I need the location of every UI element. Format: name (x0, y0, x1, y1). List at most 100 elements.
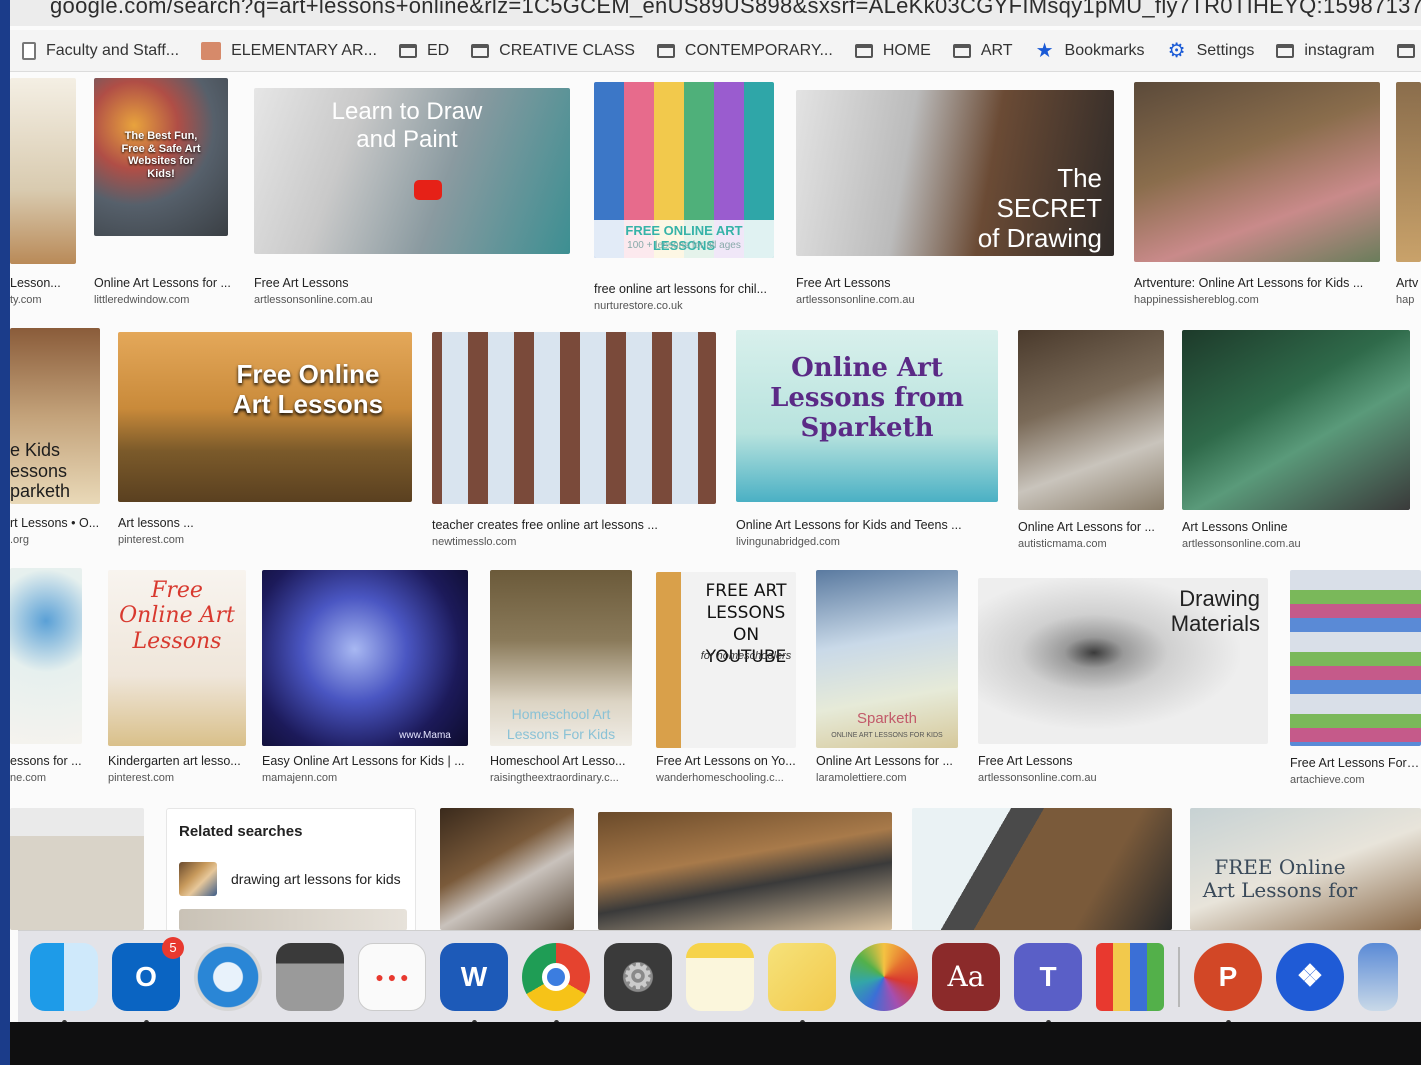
result-card[interactable]: Artv hap (1396, 82, 1421, 312)
bookmark-settings[interactable]: ⚙ Settings (1155, 30, 1265, 71)
result-title[interactable]: Free Art Lessons on Yo... (656, 754, 796, 768)
result-title[interactable]: Artv (1396, 276, 1421, 290)
bookmark-ed[interactable]: ED (387, 30, 459, 71)
result-card[interactable]: The SECRET of Drawing Free Art Lessons a… (796, 90, 1116, 312)
related-search-item[interactable] (179, 909, 407, 930)
result-card[interactable]: Drawing Materials Free Art Lessons artle… (978, 578, 1272, 788)
result-title[interactable]: teacher creates free online art lessons … (432, 518, 716, 532)
result-card[interactable]: Online Art Lessons for ... autisticmama.… (1018, 330, 1166, 550)
result-card[interactable]: essons for ... ne.com (10, 568, 86, 788)
result-card[interactable]: e Kids essons parketh rt Lessons • O... … (10, 328, 106, 548)
result-title[interactable]: Artventure: Online Art Lessons for Kids … (1134, 276, 1380, 290)
result-thumbnail[interactable]: Homeschool Art Lessons For Kids (490, 570, 632, 746)
bookmark-hi[interactable]: Hi (1385, 30, 1421, 71)
result-card[interactable]: Online Art Lessons from Sparketh Online … (736, 330, 1000, 548)
result-title[interactable]: Homeschool Art Lesso... (490, 754, 632, 768)
result-thumbnail[interactable] (1134, 82, 1380, 262)
result-card[interactable]: The Best Fun, Free & Safe Art Websites f… (94, 78, 234, 308)
stickies-icon[interactable] (768, 942, 836, 1025)
result-thumbnail[interactable]: FREE Online Art Lessons for (1190, 808, 1421, 930)
bookmark-instagram[interactable]: instagram (1264, 30, 1384, 71)
result-thumbnail[interactable]: FREE ART LESSONS ON YOUTUBE for homescho… (656, 572, 796, 748)
result-title[interactable]: Online Art Lessons for Kids and Teens ..… (736, 518, 998, 532)
result-thumbnail[interactable]: The SECRET of Drawing (796, 90, 1114, 256)
result-thumbnail[interactable]: Drawing Materials (978, 578, 1268, 744)
result-thumbnail[interactable] (440, 808, 574, 930)
result-thumbnail[interactable]: Sparketh ONLINE ART LESSONS FOR KIDS (816, 570, 958, 748)
charts-icon[interactable] (1096, 942, 1164, 1011)
result-card[interactable]: Sparketh ONLINE ART LESSONS FOR KIDS Onl… (816, 570, 962, 788)
chrome-icon[interactable] (522, 942, 590, 1025)
result-title[interactable]: free online art lessons for chil... (594, 282, 774, 296)
result-title[interactable]: Art lessons ... (118, 516, 412, 530)
calculator-icon[interactable] (276, 942, 344, 1011)
result-title[interactable]: Lesson... (10, 276, 76, 290)
dictionary-icon[interactable]: Aa (932, 942, 1000, 1011)
notes-icon[interactable] (686, 942, 754, 1011)
bookmark-creative-class[interactable]: CREATIVE CLASS (459, 30, 645, 71)
result-title[interactable]: Easy Online Art Lessons for Kids | ... (262, 754, 468, 768)
result-card[interactable]: Free Online Art Lessons Art lessons ... … (118, 332, 414, 548)
result-thumbnail[interactable]: Free Online Art Lessons (108, 570, 246, 746)
bookmark-art[interactable]: ART (941, 30, 1023, 71)
photo-stack-icon[interactable] (1358, 942, 1398, 1011)
result-card[interactable]: Learn to Draw and Paint Free Art Lessons… (254, 88, 574, 310)
result-card[interactable]: Free Art Lessons For Ki... artachieve.co… (1290, 570, 1421, 788)
result-thumbnail[interactable]: e Kids essons parketh (10, 328, 100, 504)
result-thumbnail[interactable]: www.Mama (262, 570, 468, 746)
result-title[interactable]: Free Art Lessons (254, 276, 570, 290)
address-bar[interactable]: google.com/search?q=art+lessons+online&r… (10, 0, 1421, 26)
result-thumbnail[interactable]: Free Online Art Lessons (118, 332, 412, 502)
bookmark-bookmarks[interactable]: ★ Bookmarks (1023, 30, 1155, 71)
result-title[interactable]: essons for ... (10, 754, 82, 768)
result-thumbnail[interactable] (432, 332, 716, 504)
bookmark-elementary-art[interactable]: ELEMENTARY AR... (189, 30, 387, 71)
powerpoint-icon[interactable]: P (1194, 942, 1262, 1025)
result-thumbnail[interactable] (598, 812, 892, 930)
result-thumbnail[interactable]: Online Art Lessons from Sparketh (736, 330, 998, 502)
word-icon[interactable]: W (440, 942, 508, 1025)
result-card[interactable]: Art Lessons Online artlessonsonline.com.… (1182, 330, 1412, 550)
result-thumbnail[interactable] (1018, 330, 1164, 510)
result-thumbnail[interactable] (1396, 82, 1421, 262)
url-text[interactable]: google.com/search?q=art+lessons+online&r… (50, 0, 1421, 19)
result-title[interactable]: Kindergarten art lesso... (108, 754, 246, 768)
system-preferences-icon[interactable]: ⚙ (604, 942, 672, 1011)
result-card[interactable]: FREE ART LESSONS ON YOUTUBE for homescho… (656, 572, 800, 788)
reminders-icon[interactable]: ● ● ● (358, 942, 426, 1011)
bookmark-faculty-and-staff[interactable]: Faculty and Staff... (10, 30, 189, 71)
bookmark-contemporary[interactable]: CONTEMPORARY... (645, 30, 843, 71)
result-card[interactable] (10, 808, 146, 930)
result-title[interactable]: Online Art Lessons for ... (1018, 520, 1164, 534)
related-search-item[interactable]: drawing art lessons for kids (179, 859, 407, 899)
result-title[interactable]: Online Art Lessons for ... (816, 754, 958, 768)
result-thumbnail[interactable]: The Best Fun, Free & Safe Art Websites f… (94, 78, 228, 236)
result-thumbnail[interactable] (10, 568, 82, 744)
result-card[interactable]: Homeschool Art Lessons For Kids Homescho… (490, 570, 636, 788)
outlook-icon[interactable]: O5 (112, 936, 184, 1025)
result-title[interactable]: Free Art Lessons (978, 754, 1268, 768)
result-title[interactable]: rt Lessons • O... (10, 516, 100, 530)
result-card[interactable] (440, 808, 574, 930)
result-card[interactable]: Lesson... ty.com (10, 78, 82, 308)
result-thumbnail[interactable]: Learn to Draw and Paint (254, 88, 570, 254)
result-thumbnail[interactable] (912, 808, 1172, 930)
bookmark-home[interactable]: HOME (843, 30, 941, 71)
result-card[interactable] (912, 808, 1172, 930)
photos-icon[interactable] (850, 942, 918, 1011)
result-card[interactable]: Free Online Art Lessons Kindergarten art… (108, 570, 250, 788)
result-thumbnail[interactable] (1290, 570, 1421, 746)
result-title[interactable]: Free Art Lessons (796, 276, 1114, 290)
result-title[interactable]: Free Art Lessons For Ki... (1290, 756, 1421, 770)
result-thumbnail[interactable] (1182, 330, 1410, 510)
result-title[interactable]: Art Lessons Online (1182, 520, 1410, 534)
result-title[interactable]: Online Art Lessons for ... (94, 276, 234, 290)
result-thumbnail[interactable]: FREE ONLINE ART LESSONS 100 + lessons fo… (594, 82, 774, 258)
result-card[interactable]: Artventure: Online Art Lessons for Kids … (1134, 82, 1384, 312)
result-card[interactable]: teacher creates free online art lessons … (432, 332, 718, 548)
result-thumbnail[interactable] (10, 808, 144, 930)
result-card[interactable]: FREE Online Art Lessons for (1190, 808, 1421, 930)
teams-icon[interactable]: T (1014, 942, 1082, 1025)
result-card[interactable]: FREE ONLINE ART LESSONS 100 + lessons fo… (594, 82, 778, 312)
finder-icon[interactable] (30, 942, 98, 1025)
